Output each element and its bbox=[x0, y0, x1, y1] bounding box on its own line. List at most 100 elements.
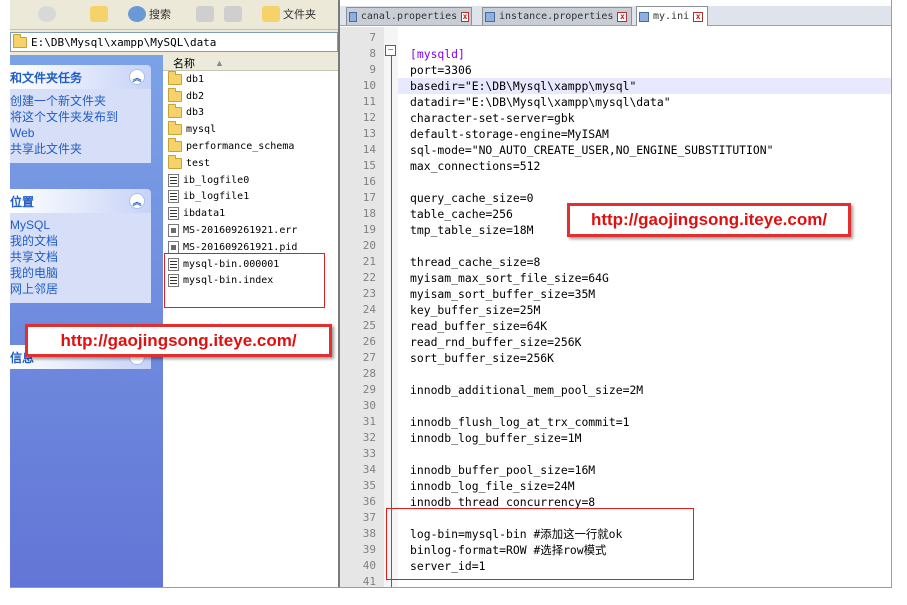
code-line: 29 innodb_additional_mem_pool_size=2M bbox=[340, 382, 892, 398]
tasks-link[interactable]: 创建一个新文件夹 bbox=[10, 93, 151, 109]
tasks-panel-body: 创建一个新文件夹 将这个文件夹发布到 Web 共享此文件夹 bbox=[10, 89, 151, 163]
collapse-icon[interactable]: ︽ bbox=[129, 193, 145, 209]
places-link[interactable]: 我的文档 bbox=[10, 233, 151, 249]
file-name: mysql bbox=[186, 124, 217, 136]
code-text: innodb_buffer_pool_size=16M bbox=[410, 463, 596, 477]
file-icon bbox=[168, 173, 179, 187]
line-number: 10 bbox=[362, 79, 376, 92]
code-text: basedir="E:\DB\Mysql\xampp\mysql" bbox=[410, 79, 637, 93]
code-line: 7 bbox=[340, 30, 892, 46]
line-number: 28 bbox=[362, 367, 376, 380]
file-list-item[interactable]: db3 bbox=[163, 104, 338, 122]
places-link[interactable]: MySQL bbox=[10, 217, 151, 233]
tasks-panel-header[interactable]: 和文件夹任务 ︽ bbox=[10, 65, 151, 89]
document-icon bbox=[485, 11, 495, 22]
code-line: 14 sql-mode="NO_AUTO_CREATE_USER,NO_ENGIN… bbox=[340, 142, 892, 158]
line-number: 37 bbox=[362, 511, 376, 524]
tab-my-ini[interactable]: my.ini x bbox=[636, 6, 708, 26]
file-list-item[interactable]: ib_logfile0 bbox=[163, 172, 338, 189]
watermark-label: http://gaojingsong.iteye.com/ bbox=[25, 324, 332, 357]
line-number: 9 bbox=[369, 63, 376, 76]
line-number: 40 bbox=[362, 559, 376, 572]
code-line: 31 innodb_flush_log_at_trx_commit=1 bbox=[340, 414, 892, 430]
file-name: test bbox=[186, 157, 211, 169]
up-folder-button[interactable] bbox=[90, 3, 108, 25]
tasks-link[interactable]: 将这个文件夹发布到 bbox=[10, 109, 151, 125]
code-text: myisam_max_sort_file_size=64G bbox=[410, 271, 609, 285]
close-icon[interactable]: x bbox=[461, 11, 469, 22]
line-number: 16 bbox=[362, 175, 376, 188]
file-list-item[interactable]: test bbox=[163, 154, 338, 172]
places-link[interactable]: 共享文档 bbox=[10, 249, 151, 265]
folder-icon bbox=[168, 70, 182, 85]
line-number: 34 bbox=[362, 463, 376, 476]
code-line: 12 character-set-server=gbk bbox=[340, 110, 892, 126]
binlog-files-highlight bbox=[164, 253, 325, 308]
code-text: myisam_sort_buffer_size=35M bbox=[410, 287, 596, 301]
line-number: 17 bbox=[362, 191, 376, 204]
line-number: 38 bbox=[362, 527, 376, 540]
close-icon[interactable]: x bbox=[617, 11, 628, 22]
line-number: 31 bbox=[362, 415, 376, 428]
file-list-item[interactable]: MS-201609261921.err bbox=[163, 222, 338, 239]
code-text: [mysqld] bbox=[410, 47, 465, 61]
code-text: innodb_log_file_size=24M bbox=[410, 479, 575, 493]
search-button[interactable]: 搜索 bbox=[128, 3, 171, 25]
move-to-button[interactable] bbox=[196, 3, 214, 25]
code-text: port=3306 bbox=[410, 63, 472, 77]
line-number: 21 bbox=[362, 255, 376, 268]
editor-tab-bar: canal.properties x instance.properties x… bbox=[340, 6, 892, 26]
file-list-item[interactable]: mysql bbox=[163, 121, 338, 138]
folders-label: 文件夹 bbox=[283, 9, 316, 21]
places-panel-header[interactable]: 位置 ︽ bbox=[10, 189, 151, 213]
file-list: 名称 ▲ db1 db2 db3 mysql performance_schemates… bbox=[163, 55, 338, 588]
file-name: performance_schema bbox=[186, 141, 295, 153]
code-line: 30 bbox=[340, 398, 892, 414]
code-line: 8 [mysqld] bbox=[340, 46, 892, 62]
code-line: 27 sort_buffer_size=256K bbox=[340, 350, 892, 366]
code-line: 13 default-storage-engine=MyISAM bbox=[340, 126, 892, 142]
tab-canal-properties[interactable]: canal.properties x bbox=[346, 7, 472, 25]
file-list-item[interactable]: db1 bbox=[163, 70, 338, 88]
code-line: 26 read_rnd_buffer_size=256K bbox=[340, 334, 892, 350]
file-list-item[interactable]: db2 bbox=[163, 87, 338, 105]
code-line: 20 bbox=[340, 238, 892, 254]
line-number: 27 bbox=[362, 351, 376, 364]
tasks-link[interactable]: 共享此文件夹 bbox=[10, 141, 151, 157]
code-line: 21 thread_cache_size=8 bbox=[340, 254, 892, 270]
tab-instance-properties[interactable]: instance.properties x bbox=[482, 7, 632, 25]
back-arrow-icon bbox=[38, 6, 56, 22]
line-number: 8 bbox=[369, 47, 376, 60]
tasks-link[interactable]: Web bbox=[10, 125, 151, 141]
file-name: ibdata1 bbox=[183, 208, 226, 220]
tab-label: my.ini bbox=[653, 11, 690, 22]
code-text: query_cache_size=0 bbox=[410, 191, 534, 205]
line-number: 26 bbox=[362, 335, 376, 348]
up-folder-icon bbox=[90, 6, 108, 22]
copy-to-button[interactable] bbox=[224, 3, 242, 25]
tasks-panel: 和文件夹任务 ︽ 创建一个新文件夹 将这个文件夹发布到 Web 共享此文件夹 bbox=[10, 65, 151, 163]
folders-button[interactable]: 文件夹 bbox=[262, 3, 316, 25]
line-number: 15 bbox=[362, 159, 376, 172]
close-icon[interactable]: x bbox=[693, 11, 704, 22]
fold-toggle-icon[interactable]: − bbox=[385, 45, 396, 56]
code-line: 15 max_connections=512 bbox=[340, 158, 892, 174]
name-column-header[interactable]: 名称 ▲ bbox=[163, 55, 338, 71]
file-name: MS-201609261921.err bbox=[183, 225, 298, 237]
back-button[interactable] bbox=[38, 3, 56, 25]
line-number: 33 bbox=[362, 447, 376, 460]
code-text: read_buffer_size=64K bbox=[410, 319, 548, 333]
file-list-item[interactable]: performance_schema bbox=[163, 138, 338, 155]
search-label: 搜索 bbox=[149, 9, 171, 21]
address-bar[interactable]: E:\DB\Mysql\xampp\MySQL\data bbox=[10, 32, 338, 52]
file-list-item[interactable]: ib_logfile1 bbox=[163, 189, 338, 206]
line-number: 22 bbox=[362, 271, 376, 284]
collapse-icon[interactable]: ︽ bbox=[129, 69, 145, 85]
code-line: 23 myisam_sort_buffer_size=35M bbox=[340, 286, 892, 302]
folders-icon bbox=[262, 6, 280, 22]
file-list-item[interactable]: ibdata1 bbox=[163, 205, 338, 222]
code-line: 35 innodb_log_file_size=24M bbox=[340, 478, 892, 494]
places-link[interactable]: 网上邻居 bbox=[10, 281, 151, 297]
places-link[interactable]: 我的电脑 bbox=[10, 265, 151, 281]
code-text: read_rnd_buffer_size=256K bbox=[410, 335, 582, 349]
